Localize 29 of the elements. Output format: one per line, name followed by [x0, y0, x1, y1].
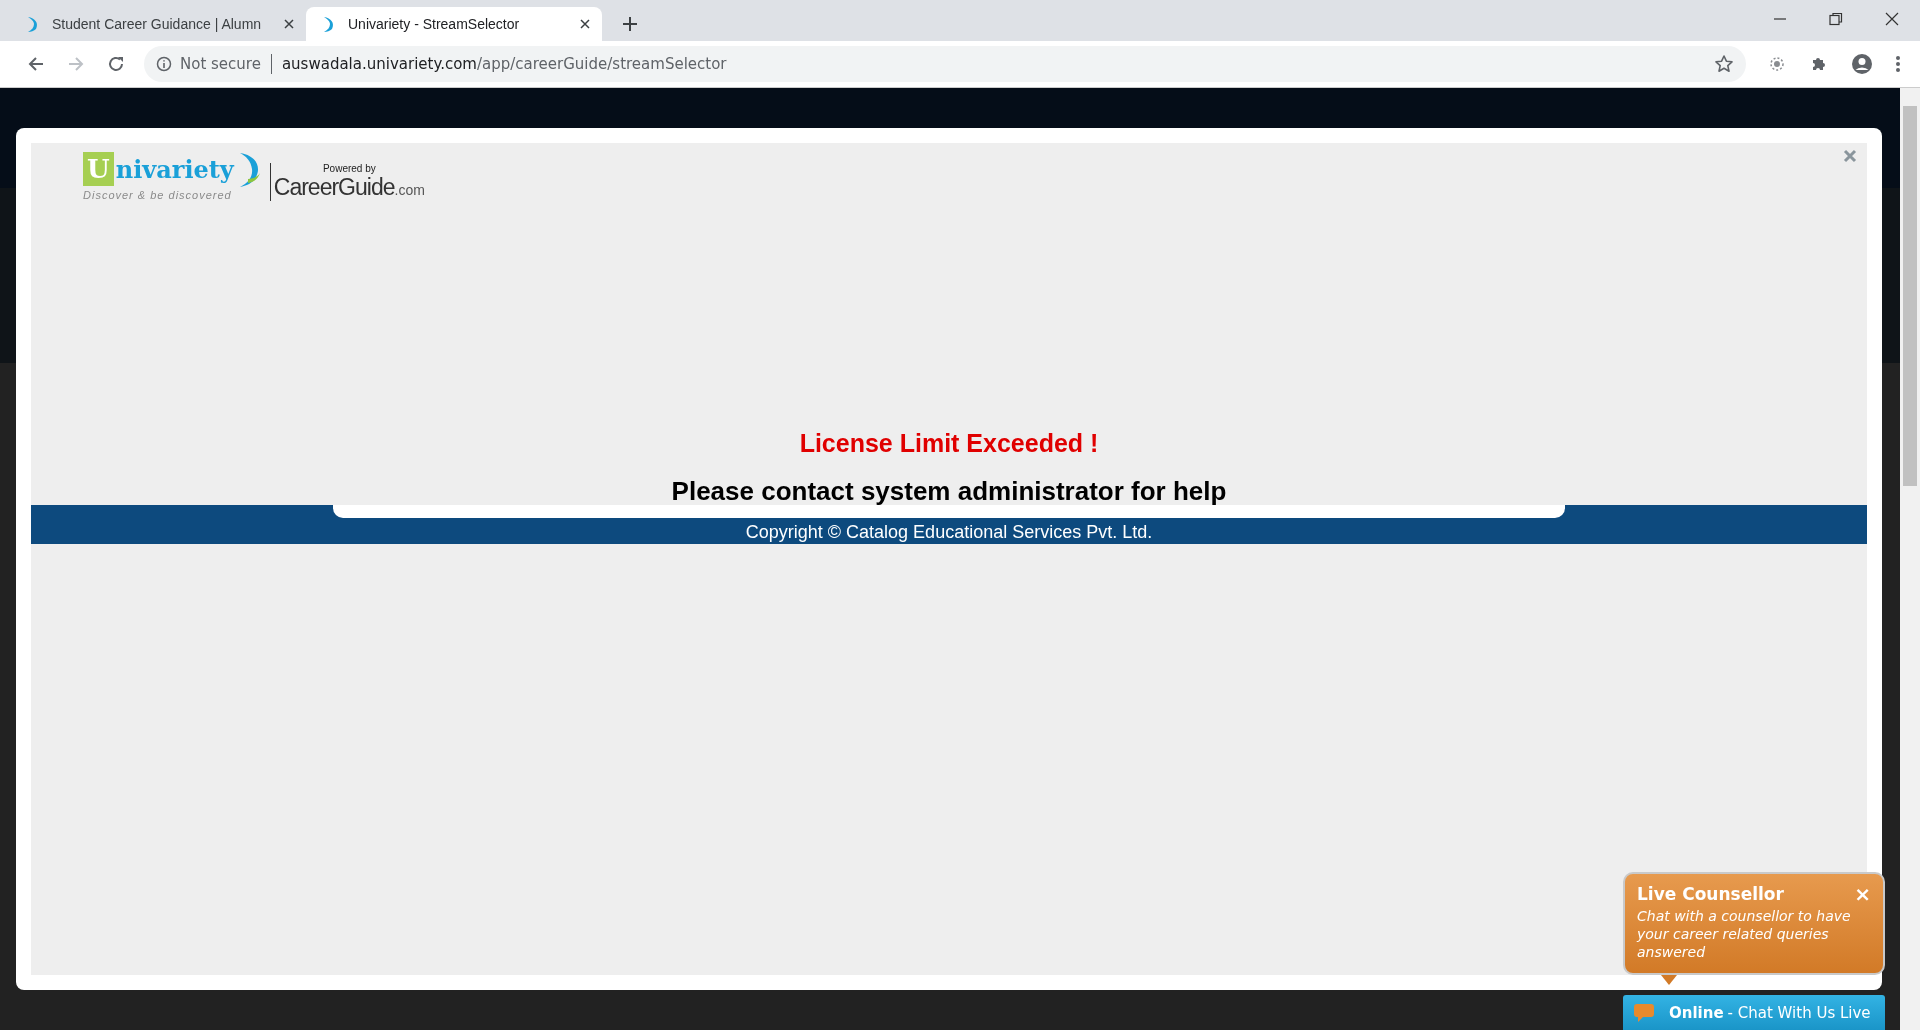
logo-text: nivariety: [115, 154, 234, 184]
chat-bubble-icon: [1633, 1001, 1655, 1024]
address-bar[interactable]: Not secure auswadala.univariety.com/app/careerGuide/streamSelector: [144, 46, 1746, 82]
url-text: auswadala.univariety.com/app/careerGuide/streamSelector: [281, 55, 727, 73]
error-message: Please contact system administrator for help: [671, 476, 1227, 507]
error-title: License Limit Exceeded !: [799, 429, 1099, 458]
browser-tab[interactable]: Univariety - StreamSelector: [306, 7, 602, 41]
partner-logo-text: CareerGuide: [273, 174, 395, 201]
scrollbar[interactable]: [1900, 88, 1920, 1030]
info-icon[interactable]: [156, 56, 172, 72]
close-icon[interactable]: [284, 19, 294, 29]
profile-icon[interactable]: [1851, 53, 1873, 75]
menu-icon[interactable]: [1895, 55, 1901, 73]
back-icon[interactable]: [27, 55, 45, 73]
popup-title: Live Counsellor: [1637, 884, 1784, 904]
logo-tagline: Discover & be discovered: [83, 189, 233, 201]
security-label: Not secure: [180, 55, 261, 73]
browser-tab[interactable]: Student Career Guidance | Alumn: [10, 7, 306, 41]
star-icon[interactable]: [1714, 54, 1734, 74]
partner-logo-suffix: .com: [394, 182, 425, 198]
new-tab-icon[interactable]: [622, 16, 638, 32]
reload-icon[interactable]: [107, 55, 125, 73]
logo-letter: U: [83, 152, 114, 186]
popup-text: Chat with a counsellor to have your career related queries answered: [1637, 907, 1852, 961]
copyright-text: Copyright © Catalog Educational Services Pvt. Ltd.: [745, 522, 1153, 543]
popup-pointer: [1661, 975, 1677, 985]
close-icon[interactable]: [580, 19, 590, 29]
powered-by-text: Powered by: [322, 163, 376, 174]
extension-icon[interactable]: [1767, 54, 1787, 74]
